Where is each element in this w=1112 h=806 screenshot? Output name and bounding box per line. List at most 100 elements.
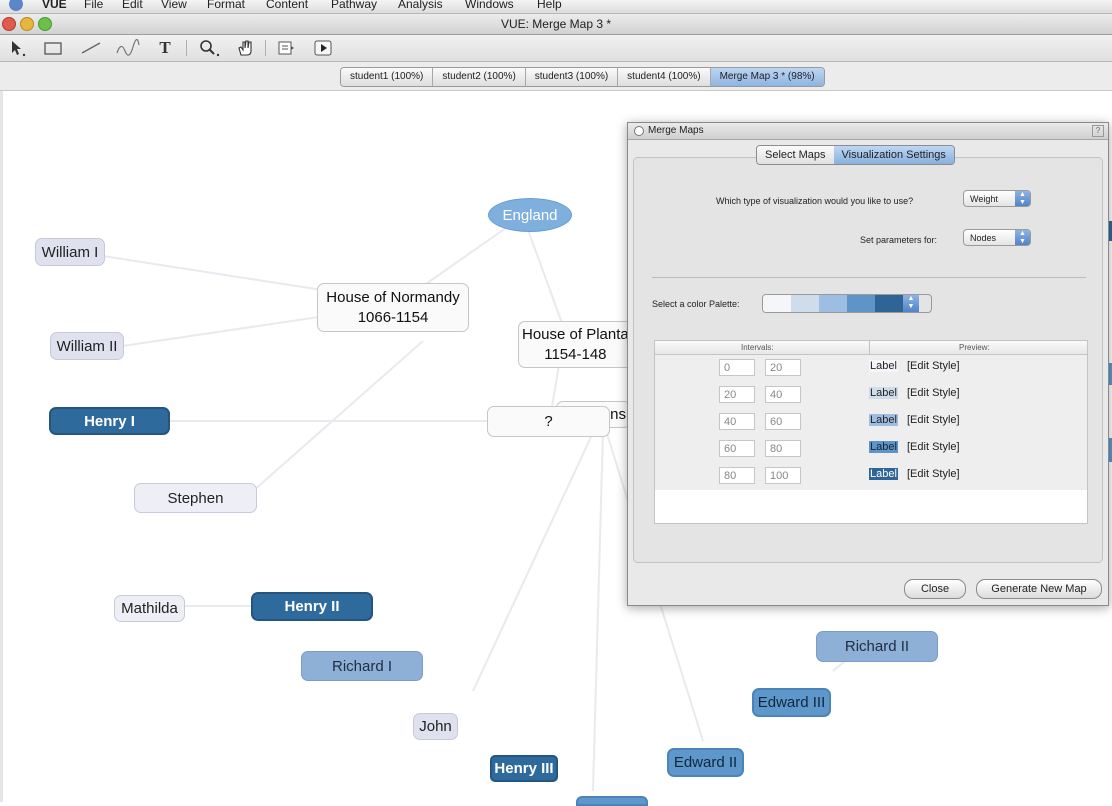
map-node[interactable]: ? <box>487 406 610 437</box>
menu-windows[interactable]: Windows <box>465 0 514 11</box>
palette-swatch <box>875 295 903 312</box>
map-node[interactable]: House of Planta 1154-148 <box>518 321 630 368</box>
params-select[interactable]: Nodes ▲ ▼ <box>963 229 1031 246</box>
text-tool-icon[interactable]: T <box>156 39 174 57</box>
slide-tool-icon[interactable] <box>276 39 296 57</box>
interval-to-input[interactable]: 60 <box>765 413 801 430</box>
map-node[interactable]: House of Normandy 1066-1154 <box>317 283 469 332</box>
menu-edit[interactable]: Edit <box>122 0 143 11</box>
map-node[interactable]: Mathilda <box>114 595 185 622</box>
map-node[interactable]: William I <box>35 238 105 266</box>
tab-select-maps[interactable]: Select Maps <box>757 146 834 164</box>
menu-app-vue[interactable]: VUE <box>42 0 67 11</box>
palette-swatch <box>791 295 819 312</box>
menu-content[interactable]: Content <box>266 0 308 11</box>
intervals-table: Intervals: Preview: 0 20 Label [Edit Sty… <box>654 340 1088 524</box>
map-node[interactable]: Henry III <box>490 755 558 782</box>
dialog-titlebar: Merge Maps ? <box>628 123 1108 140</box>
palette-swatch <box>819 295 847 312</box>
link-tool-icon[interactable] <box>79 39 103 57</box>
toolbar-separator <box>265 40 266 56</box>
map-node[interactable]: Stephen <box>134 483 257 513</box>
map-node[interactable]: Henry I <box>49 407 170 435</box>
tab-merge-map-3[interactable]: Merge Map 3 * (98%) <box>710 68 824 86</box>
table-header: Intervals: Preview: <box>655 341 1087 355</box>
map-node[interactable]: England <box>488 198 572 232</box>
params-value: Nodes <box>970 233 997 243</box>
column-divider <box>869 341 870 354</box>
menu-pathway[interactable]: Pathway <box>331 0 377 11</box>
color-palette-select[interactable]: ▲ ▼ <box>762 294 932 313</box>
dialog-tabs: Select Maps Visualization Settings <box>756 145 955 165</box>
edit-style-link[interactable]: [Edit Style] <box>907 468 960 480</box>
tab-student3[interactable]: student3 (100%) <box>525 68 619 86</box>
table-row: 80 100 Label [Edit Style] <box>655 463 1087 491</box>
select-arrow-icon[interactable] <box>6 39 28 57</box>
palette-swatch <box>847 295 875 312</box>
interval-from-input[interactable]: 0 <box>719 359 755 376</box>
apple-menu-icon[interactable] <box>9 0 23 11</box>
dialog-close-icon[interactable] <box>634 126 644 136</box>
select-arrows-icon: ▲ ▼ <box>1015 191 1030 206</box>
interval-to-input[interactable]: 80 <box>765 440 801 457</box>
menu-view[interactable]: View <box>161 0 187 11</box>
interval-from-input[interactable]: 40 <box>719 413 755 430</box>
rectangle-tool-icon[interactable] <box>43 39 63 57</box>
edit-style-link[interactable]: [Edit Style] <box>907 360 960 372</box>
map-node[interactable] <box>576 796 648 806</box>
map-node[interactable]: Richard II <box>816 631 938 662</box>
params-label: Set parameters for: <box>860 235 938 245</box>
presentation-play-icon[interactable] <box>313 39 333 57</box>
table-row: 60 80 Label [Edit Style] <box>655 436 1087 464</box>
interval-to-input[interactable]: 40 <box>765 386 801 403</box>
zoom-tool-icon[interactable] <box>197 39 221 57</box>
interval-from-input[interactable]: 80 <box>719 467 755 484</box>
generate-new-map-button[interactable]: Generate New Map <box>976 579 1102 599</box>
select-arrows-icon: ▲ ▼ <box>1015 230 1030 245</box>
preview-label: Label <box>869 414 898 426</box>
preview-label: Label <box>869 468 898 480</box>
interval-from-input[interactable]: 20 <box>719 386 755 403</box>
dialog-help-icon[interactable]: ? <box>1092 125 1104 137</box>
merge-maps-dialog: Merge Maps ? Which type of visualization… <box>627 122 1109 606</box>
viz-type-label: Which type of visualization would you li… <box>716 196 914 206</box>
window-title: VUE: Merge Map 3 * <box>500 17 612 31</box>
document-tabs-row: student1 (100%) student2 (100%) student3… <box>0 62 1112 91</box>
palette-swatch <box>763 295 791 312</box>
intervals-header: Intervals: <box>741 343 774 352</box>
tab-student4[interactable]: student4 (100%) <box>618 68 711 86</box>
menu-help[interactable]: Help <box>537 0 562 11</box>
interval-to-input[interactable]: 20 <box>765 359 801 376</box>
map-node[interactable]: William II <box>50 332 124 360</box>
tab-student1[interactable]: student1 (100%) <box>341 68 434 86</box>
viz-type-value: Weight <box>970 194 998 204</box>
tab-student2[interactable]: student2 (100%) <box>433 68 526 86</box>
map-node[interactable]: John <box>413 713 458 740</box>
viz-type-select[interactable]: Weight ▲ ▼ <box>963 190 1031 207</box>
map-node[interactable]: Edward III <box>752 688 831 717</box>
toolbar-separator <box>186 40 187 56</box>
curve-tool-icon[interactable] <box>115 38 141 57</box>
table-row: 20 40 Label [Edit Style] <box>655 382 1087 410</box>
hand-tool-icon[interactable] <box>235 39 255 57</box>
select-arrows-icon: ▲ ▼ <box>903 295 919 312</box>
menu-analysis[interactable]: Analysis <box>398 0 443 11</box>
tab-visualization-settings[interactable]: Visualization Settings <box>833 146 954 164</box>
edit-style-link[interactable]: [Edit Style] <box>907 414 960 426</box>
close-button[interactable]: Close <box>904 579 966 599</box>
table-row: 40 60 Label [Edit Style] <box>655 409 1087 437</box>
interval-to-input[interactable]: 100 <box>765 467 801 484</box>
menu-format[interactable]: Format <box>207 0 245 11</box>
edit-style-link[interactable]: [Edit Style] <box>907 441 960 453</box>
menu-file[interactable]: File <box>84 0 103 11</box>
edit-style-link[interactable]: [Edit Style] <box>907 387 960 399</box>
tool-bar: T <box>0 35 1112 62</box>
preview-label: Label <box>869 360 898 372</box>
map-node[interactable]: Edward II <box>667 748 744 777</box>
map-node[interactable]: Richard I <box>301 651 423 681</box>
table-row: 0 20 Label [Edit Style] <box>655 355 1087 383</box>
dialog-title: Merge Maps <box>648 125 704 136</box>
preview-label: Label <box>869 441 898 453</box>
interval-from-input[interactable]: 60 <box>719 440 755 457</box>
map-node[interactable]: Henry II <box>251 592 373 621</box>
